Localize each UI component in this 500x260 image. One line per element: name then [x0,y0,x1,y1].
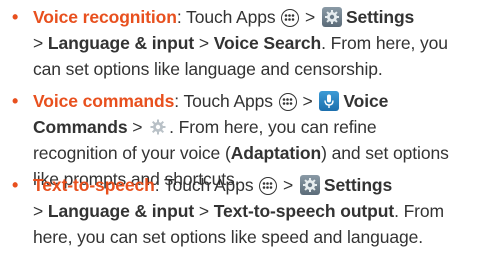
text: > [127,117,148,137]
line: here, you can set options like speed and… [12,224,494,250]
help-page: • Voice recognition: Touch Apps > Settin… [0,0,500,260]
line: > Language & input > Text-to-speech outp… [12,198,494,224]
text: can set options like language and censor… [33,59,383,79]
microphone-icon [319,91,340,111]
text: > [33,201,48,221]
settings-icon [299,175,320,195]
text: > [297,91,318,111]
adaptation-label: Adaptation [230,143,322,163]
item-title: Voice commands [33,91,175,111]
line: Text-to-speech: Touch Apps > Settings [12,172,494,198]
line: can set options like language and censor… [12,56,494,82]
line: Voice recognition: Touch Apps > Settings [12,4,494,30]
apps-icon [259,177,278,195]
settings-icon [321,7,342,27]
apps-icon [281,9,300,27]
apps-icon [278,93,297,111]
text: > [33,33,48,53]
line: Voice commands: Touch Apps > Voice [12,88,494,114]
text: : Touch Apps [174,91,278,111]
bold-label: Text-to-speech output [213,201,395,221]
bold-label: Language & input [47,201,195,221]
text: recognition of your voice ( [33,143,231,163]
text: : Touch Apps [176,7,281,27]
settings-label: Settings [345,7,415,27]
bold-label: Language & input [47,33,195,53]
text: > [194,201,214,221]
item-title: Voice recognition [33,7,177,27]
gear-icon [148,117,168,137]
bullet: • [12,7,19,27]
line: Commands > . From here, you can refine [12,114,494,140]
list-item-voice-recognition: • Voice recognition: Touch Apps > Settin… [12,4,494,82]
line: recognition of your voice (Adaptation) a… [12,140,494,166]
text: . From here, you can refine [169,117,377,137]
text: : Touch Apps [154,175,259,195]
commands-label: Commands [33,117,128,137]
settings-label: Settings [323,175,393,195]
text: > [300,7,320,27]
line: > Language & input > Voice Search. From … [12,30,494,56]
text: > [194,33,214,53]
text: here, you can set options like speed and… [33,227,424,247]
item-title: Text-to-speech [33,175,155,195]
text: ) and set options [321,143,449,163]
bullet: • [12,91,19,111]
voice-label: Voice [343,91,389,111]
text: . From here, you [321,33,448,53]
bullet: • [12,175,19,195]
list-item-text-to-speech: • Text-to-speech: Touch Apps > Settings … [12,172,494,250]
bold-label: Voice Search [213,33,322,53]
text: . From [394,201,445,221]
text: > [278,175,298,195]
